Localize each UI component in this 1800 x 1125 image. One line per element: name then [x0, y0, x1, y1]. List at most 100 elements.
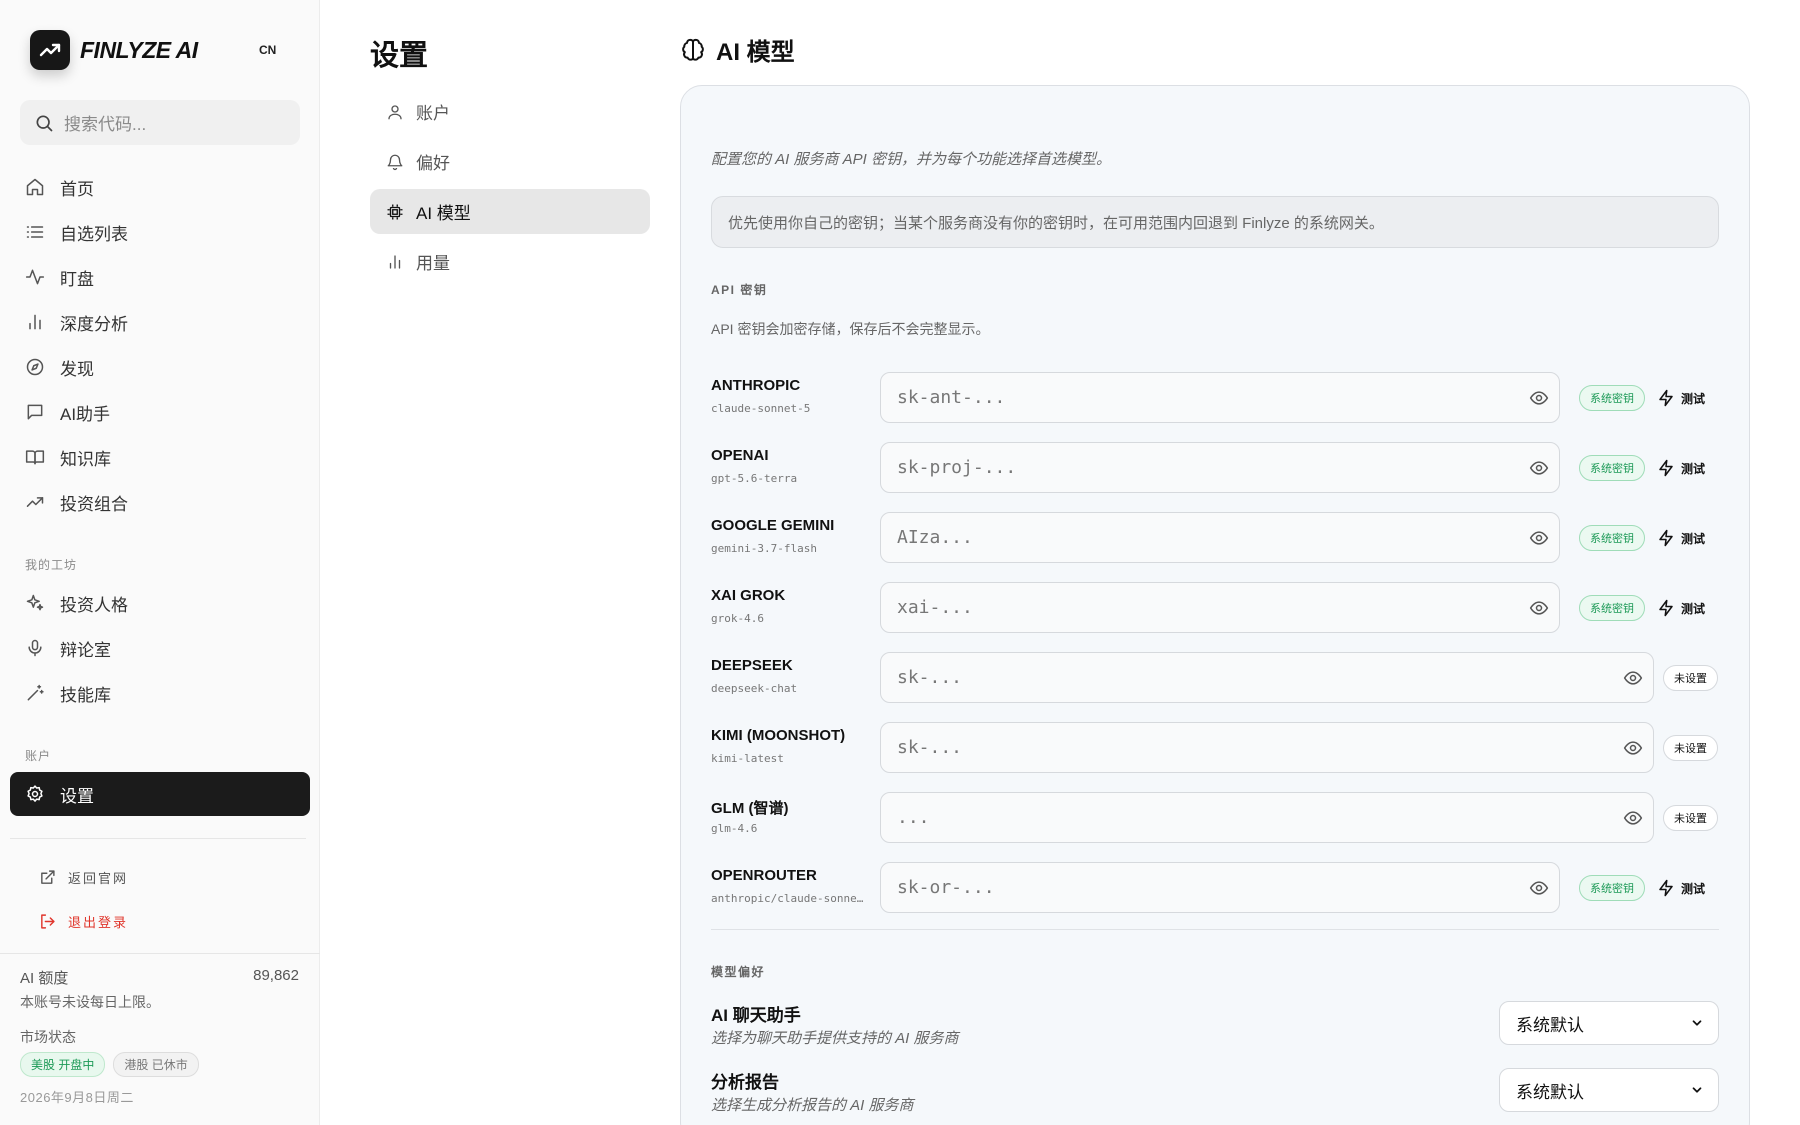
provider-row: XAI GROK grok-4.6 xai-... 系统密钥 测试: [711, 582, 1719, 634]
nav-item-skill-library[interactable]: 技能库: [10, 671, 310, 715]
eye-icon[interactable]: [1529, 388, 1549, 408]
bar-chart-icon: [384, 251, 406, 273]
api-key-input[interactable]: sk-...: [880, 722, 1654, 773]
nav-item-portfolio[interactable]: 投资组合: [10, 480, 310, 524]
api-key-input[interactable]: ...: [880, 792, 1654, 843]
trending-up-icon: [24, 491, 46, 513]
eye-icon[interactable]: [1529, 458, 1549, 478]
logout-icon: [38, 913, 56, 931]
nav-item-monitor[interactable]: 盯盘: [10, 255, 310, 299]
test-button[interactable]: 测试: [1657, 595, 1705, 621]
nav-item-knowledge-base[interactable]: 知识库: [10, 435, 310, 479]
api-keys-section-label: API 密钥: [711, 283, 768, 297]
nav-label: 发现: [60, 359, 94, 379]
settings-tab-usage[interactable]: 用量: [370, 239, 650, 284]
api-key-input[interactable]: sk-...: [880, 652, 1654, 703]
eye-icon[interactable]: [1529, 598, 1549, 618]
back-to-site-link[interactable]: 返回官网: [38, 868, 128, 887]
lightning-icon: [1657, 529, 1675, 547]
nav-item-settings[interactable]: 设置: [10, 772, 310, 816]
system-key-badge: 系统密钥: [1579, 455, 1645, 481]
nav-item-investor-persona[interactable]: 投资人格: [10, 581, 310, 625]
us-market-status: 开盘中: [58, 1058, 95, 1072]
nav-item-discover[interactable]: 发现: [10, 345, 310, 389]
settings-tab-account[interactable]: 账户: [370, 89, 650, 134]
microphone-icon: [24, 637, 46, 659]
nav-item-watchlist[interactable]: 自选列表: [10, 210, 310, 254]
settings-tab-preferences[interactable]: 偏好: [370, 139, 650, 184]
nav-item-home[interactable]: 首页: [10, 165, 310, 209]
nav-item-debate-room[interactable]: 辩论室: [10, 626, 310, 670]
eye-icon[interactable]: [1623, 738, 1643, 758]
pref-chat-title: AI 聊天助手: [711, 1006, 801, 1025]
list-icon: [24, 221, 46, 243]
activity-icon: [24, 266, 46, 288]
provider-model: glm-4.6: [711, 822, 758, 835]
api-key-input[interactable]: sk-ant-...: [880, 372, 1560, 423]
sidebar-divider: [10, 838, 306, 839]
sidebar: FINLYZE AI CN 搜索代码... 首页 自选列表 盯盘 深度分析 发现…: [0, 0, 320, 1125]
model-pref-section-label: 模型偏好: [711, 965, 766, 979]
logout-link[interactable]: 退出登录: [38, 912, 128, 931]
eye-icon[interactable]: [1623, 808, 1643, 828]
brand[interactable]: FINLYZE AI: [30, 30, 198, 70]
hk-market-name: 港股: [124, 1058, 149, 1072]
eye-icon[interactable]: [1529, 528, 1549, 548]
test-button[interactable]: 测试: [1657, 455, 1705, 481]
settings-tab-label: 用量: [416, 254, 450, 273]
api-key-placeholder: sk-...: [897, 667, 963, 688]
provider-name: GLM (智谱): [711, 800, 789, 817]
market-badges: 美股 开盘中 港股 已休市: [20, 1052, 199, 1077]
ai-quota-note: 本账号未设每日上限。: [20, 994, 160, 1010]
api-key-input[interactable]: AIza...: [880, 512, 1560, 563]
book-open-icon: [24, 446, 46, 468]
provider-name: OPENROUTER: [711, 867, 817, 884]
provider-row: DEEPSEEK deepseek-chat sk-... 未设置: [711, 652, 1719, 704]
api-key-placeholder: sk-...: [897, 737, 963, 758]
trending-up-logo-icon: [30, 30, 70, 70]
pref-chat-subtitle: 选择为聊天助手提供支持的 AI 服务商: [711, 1030, 959, 1047]
lightning-icon: [1657, 879, 1675, 897]
nav-label: 技能库: [60, 685, 111, 705]
hk-market-badge: 港股 已休市: [113, 1052, 199, 1077]
api-key-input[interactable]: sk-or-...: [880, 862, 1560, 913]
nav-item-ai-assistant[interactable]: AI助手: [10, 390, 310, 434]
settings-tab-label: AI 模型: [416, 204, 471, 223]
eye-icon[interactable]: [1623, 668, 1643, 688]
api-key-input[interactable]: sk-proj-...: [880, 442, 1560, 493]
nav-item-deep-analysis[interactable]: 深度分析: [10, 300, 310, 344]
provider-model: grok-4.6: [711, 612, 764, 625]
api-key-input[interactable]: xai-...: [880, 582, 1560, 633]
gear-icon: [24, 783, 46, 805]
eye-icon[interactable]: [1529, 878, 1549, 898]
provider-model: kimi-latest: [711, 752, 784, 765]
report-provider-select[interactable]: 系统默认: [1499, 1068, 1719, 1112]
api-key-placeholder: sk-ant-...: [897, 387, 1006, 408]
lightning-icon: [1657, 389, 1675, 407]
api-keys-note: API 密钥会加密存储，保存后不会完整显示。: [711, 321, 990, 337]
logout-label: 退出登录: [68, 915, 129, 930]
compass-icon: [24, 356, 46, 378]
test-button[interactable]: 测试: [1657, 875, 1705, 901]
settings-tab-ai-models[interactable]: AI 模型: [370, 189, 650, 234]
account-section-label: 账户: [25, 749, 52, 763]
nav-label: 设置: [60, 786, 94, 806]
lightning-icon: [1657, 599, 1675, 617]
search-input[interactable]: 搜索代码...: [20, 100, 300, 145]
provider-name: DEEPSEEK: [711, 657, 793, 674]
test-button[interactable]: 测试: [1657, 525, 1705, 551]
system-key-badge: 系统密钥: [1579, 875, 1645, 901]
api-key-placeholder: AIza...: [897, 527, 973, 548]
bar-chart-icon: [24, 311, 46, 333]
user-icon: [384, 101, 406, 123]
language-toggle[interactable]: CN: [259, 43, 276, 57]
nav-label: 投资人格: [60, 595, 128, 615]
pref-report-title: 分析报告: [711, 1073, 779, 1092]
unset-badge: 未设置: [1663, 805, 1718, 831]
test-button[interactable]: 测试: [1657, 385, 1705, 411]
api-key-placeholder: ...: [897, 807, 930, 828]
chat-provider-select[interactable]: 系统默认: [1499, 1001, 1719, 1045]
nav-label: 知识库: [60, 449, 111, 469]
nav-label: 深度分析: [60, 314, 128, 334]
search-placeholder: 搜索代码...: [64, 115, 147, 134]
